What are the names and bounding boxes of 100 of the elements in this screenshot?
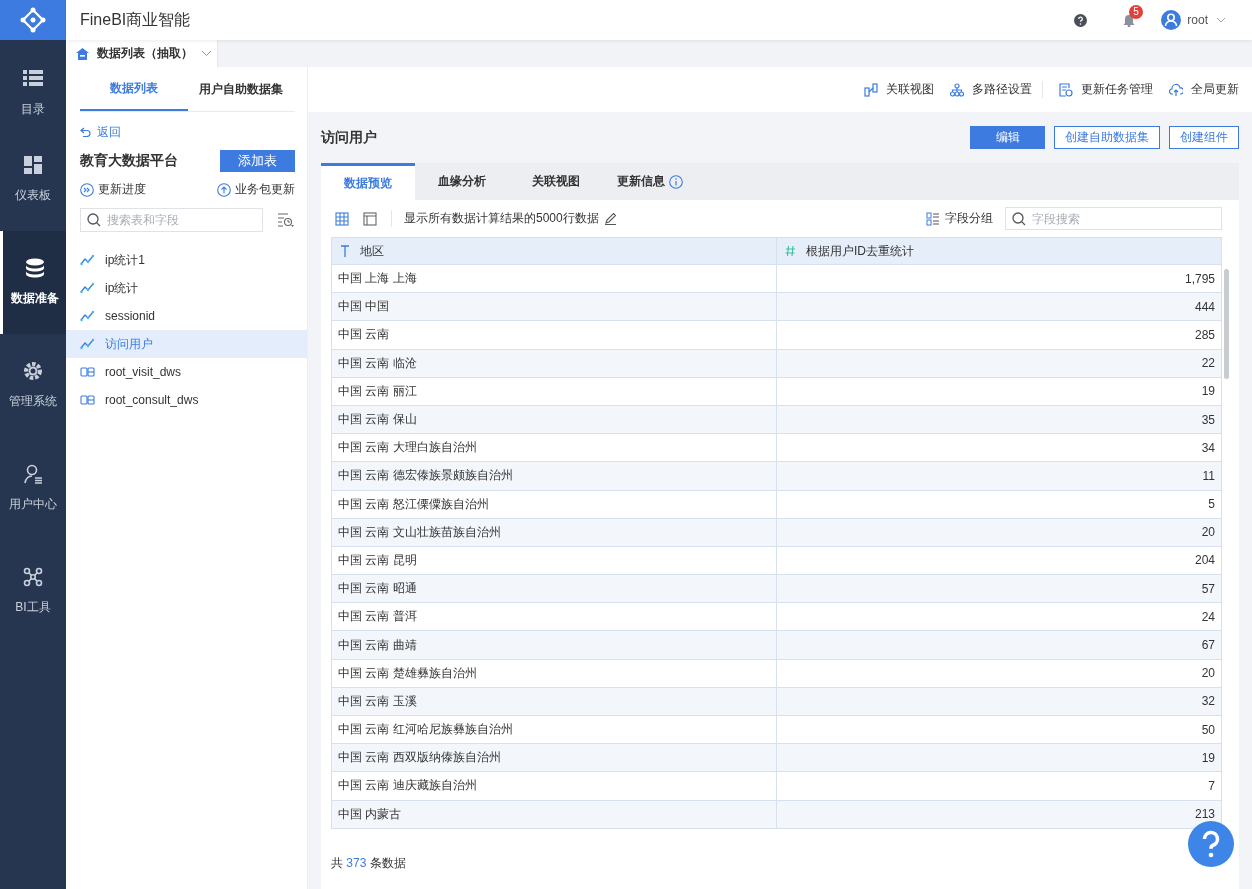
search-icon (87, 213, 101, 227)
tab[interactable]: 更新信息 (603, 163, 697, 200)
column-header[interactable]: 根据用户ID去重统计 (776, 237, 1222, 265)
help-icon[interactable] (1074, 13, 1088, 27)
table-list-item[interactable]: sessionid (66, 302, 307, 330)
progress-icon (80, 182, 94, 197)
page-tab[interactable]: 数据列表（抽取） (66, 40, 218, 67)
avatar-icon (1161, 10, 1182, 30)
table-cell: 中国 云南 西双版纳傣族自治州 (331, 743, 777, 772)
table-cell: 34 (776, 433, 1222, 462)
scrollbar[interactable] (1224, 269, 1229, 379)
table-cell: 中国 云南 保山 (331, 405, 777, 434)
nav-item[interactable]: 目录 (0, 40, 66, 128)
text-type-icon (340, 245, 350, 257)
nav-item[interactable]: 用户中心 (0, 437, 66, 540)
table-list-item[interactable]: root_visit_dws (66, 358, 307, 386)
table-cell: 204 (776, 546, 1222, 575)
table-cell: 中国 云南 迪庆藏族自治州 (331, 771, 777, 801)
package-name: 教育大数据平台 (80, 152, 178, 170)
table-cell: 22 (776, 349, 1222, 378)
layout-view-icon[interactable] (363, 211, 377, 226)
nav-item[interactable]: 数据准备 (0, 231, 66, 334)
nav-item[interactable]: BI工具 (0, 540, 66, 643)
grid-view-icon[interactable] (335, 211, 349, 226)
chart-line-icon (80, 310, 95, 322)
row-limit-text: 显示所有数据计算结果的5000行数据 (404, 210, 599, 227)
nav-item[interactable]: 管理系统 (0, 334, 66, 437)
action-button[interactable]: 创建组件 (1169, 126, 1239, 149)
table-cell: 中国 云南 大理白族自治州 (331, 433, 777, 462)
package-update-link[interactable]: 业务包更新 (217, 181, 295, 198)
progress-link[interactable]: 更新进度 (80, 181, 146, 198)
help-icon[interactable] (1188, 821, 1234, 867)
toolbar-button[interactable]: 多路径设置 (950, 81, 1043, 98)
table-list-item[interactable]: 访问用户 (66, 330, 307, 358)
action-button[interactable]: 编辑 (970, 126, 1045, 149)
field-group-button[interactable]: 字段分组 (926, 210, 993, 227)
column-header[interactable]: 地区 (331, 237, 777, 265)
table-cell: 中国 云南 昆明 (331, 546, 777, 575)
toolbar-button[interactable]: 关联视图 (864, 81, 934, 98)
table-cell: 中国 中国 (331, 292, 777, 321)
task-icon (1059, 82, 1073, 97)
table-cell: 中国 上海 上海 (331, 264, 777, 293)
table-cell: 5 (776, 490, 1222, 519)
chart-line-icon (80, 254, 95, 266)
table-cell: 24 (776, 602, 1222, 631)
filter-icon[interactable] (277, 212, 295, 228)
field-search[interactable]: 字段搜索 (1005, 207, 1222, 230)
table-cell: 中国 云南 普洱 (331, 602, 777, 631)
cloud-icon (1169, 82, 1183, 97)
table-cell: 中国 云南 红河哈尼族彝族自治州 (331, 715, 777, 744)
table-list-item[interactable]: root_consult_dws (66, 386, 307, 414)
row-count-text: 共 373 条数据 (331, 854, 406, 872)
chart-line-icon (80, 282, 95, 294)
back-link[interactable]: 返回 (80, 124, 295, 140)
table-cell: 中国 云南 文山壮族苗族自治州 (331, 518, 777, 547)
table-cell: 57 (776, 574, 1222, 603)
notification-badge: 5 (1129, 4, 1143, 19)
database-table-icon (80, 366, 95, 378)
table-cell: 11 (776, 461, 1222, 490)
edit-icon[interactable] (603, 212, 617, 225)
search-field[interactable]: 搜索表和字段 (80, 208, 263, 232)
tab[interactable]: 数据预览 (321, 163, 415, 200)
toolbar-button[interactable]: 更新任务管理 (1059, 81, 1153, 98)
tab[interactable]: 关联视图 (509, 163, 603, 200)
caret-icon[interactable] (201, 50, 212, 57)
table-list-item[interactable]: ip统计1 (66, 246, 307, 274)
caret-icon[interactable] (1216, 17, 1226, 23)
nav-item[interactable]: 仪表板 (0, 128, 66, 231)
toolbar-button[interactable]: 全局更新 (1169, 81, 1239, 98)
bell-icon[interactable] (1123, 13, 1136, 27)
hierarchy-icon (950, 82, 964, 97)
table-cell: 20 (776, 518, 1222, 547)
table-cell: 中国 云南 丽江 (331, 377, 777, 406)
table-cell: 285 (776, 320, 1222, 350)
group-icon (926, 211, 940, 226)
database-icon (24, 258, 45, 278)
dashboard-icon (23, 155, 43, 175)
chart-line-icon (80, 338, 95, 350)
table-cell: 中国 云南 昭通 (331, 574, 777, 603)
table-cell: 7 (776, 771, 1222, 801)
table-cell: 中国 云南 曲靖 (331, 630, 777, 660)
back-icon (80, 127, 92, 137)
tab[interactable]: 血缘分析 (415, 163, 509, 200)
table-cell: 32 (776, 687, 1222, 716)
panel-tab[interactable]: 用户自助数据集 (187, 67, 295, 111)
action-button[interactable]: 创建自助数据集 (1054, 126, 1160, 149)
logo-icon (20, 7, 46, 33)
app-title: FineBI商业智能 (80, 9, 191, 30)
table-cell: 中国 云南 德宏傣族景颇族自治州 (331, 461, 777, 490)
user-menu[interactable]: root (1187, 13, 1208, 27)
number-type-icon (785, 245, 796, 257)
panel-tab[interactable]: 数据列表 (80, 67, 188, 111)
table-list-item[interactable]: ip统计 (66, 274, 307, 302)
database-table-icon (80, 394, 95, 406)
table-cell: 中国 云南 楚雄彝族自治州 (331, 659, 777, 688)
add-table-button[interactable]: 添加表 (220, 150, 295, 172)
table-cell: 50 (776, 715, 1222, 744)
table-cell: 67 (776, 630, 1222, 660)
table-cell: 20 (776, 659, 1222, 688)
table-cell: 444 (776, 292, 1222, 321)
